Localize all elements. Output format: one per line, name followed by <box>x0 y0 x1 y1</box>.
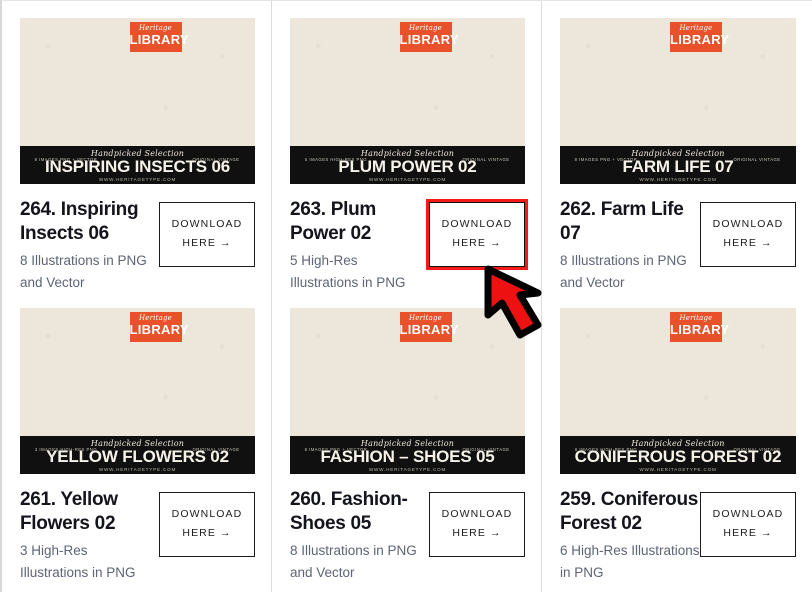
download-label-line1: DOWNLOAD <box>712 508 784 520</box>
banner-right-badge: ORIGINAL VINTAGE <box>733 447 781 452</box>
card-meta: 261. Yellow Flowers 02 3 High-Res Illust… <box>20 488 159 584</box>
product-title[interactable]: 259. Coniferous Forest 02 <box>560 488 700 536</box>
product-card-inspiring-insects-06[interactable]: Heritage LIBRARY 8 IMAGES PNG + VECTOR H… <box>2 1 272 291</box>
product-banner[interactable]: Heritage LIBRARY 5 IMAGES HIGH-RES PNG H… <box>290 18 525 184</box>
logo-library-text: LIBRARY <box>129 322 189 337</box>
banner-right-badge: ORIGINAL VINTAGE <box>192 447 240 452</box>
heritage-library-logo: Heritage LIBRARY <box>670 312 730 342</box>
card-meta: 263. Plum Power 02 5 High-Res Illustrati… <box>290 198 429 291</box>
card-body: 264. Inspiring Insects 06 8 Illustration… <box>20 184 255 291</box>
logo-library-text: LIBRARY <box>399 32 459 47</box>
product-description: 3 High-Res Illustrations in PNG <box>20 543 136 580</box>
banner-right-badge: ORIGINAL VINTAGE <box>462 157 510 162</box>
product-description: 5 High-Res Illustrations in PNG <box>290 253 406 290</box>
product-banner[interactable]: Heritage LIBRARY 6 IMAGES HIGH-RES PNG H… <box>560 308 796 474</box>
banner-url: WWW.HERITAGETYPE.COM <box>98 467 177 472</box>
product-grid-page: Heritage LIBRARY 8 IMAGES PNG + VECTOR H… <box>0 0 812 592</box>
download-label-line2: HERE → <box>182 237 232 249</box>
banner-right-badge: ORIGINAL VINTAGE <box>192 157 240 162</box>
product-card-coniferous-forest-02[interactable]: Heritage LIBRARY 6 IMAGES HIGH-RES PNG H… <box>542 291 812 592</box>
download-label-line1: DOWNLOAD <box>441 218 513 230</box>
product-description: 8 Illustrations in PNG and Vector <box>20 253 147 290</box>
product-card-farm-life-07[interactable]: Heritage LIBRARY 8 IMAGES PNG + VECTOR H… <box>542 1 812 291</box>
banner-title-strip: 6 IMAGES HIGH-RES PNG Handpicked Selecti… <box>560 436 796 474</box>
card-body: 262. Farm Life 07 8 Illustrations in PNG… <box>560 184 796 291</box>
download-label-line2: HERE → <box>452 527 502 539</box>
download-label-line1: DOWNLOAD <box>712 218 784 230</box>
download-here-button[interactable]: DOWNLOAD HERE → <box>429 492 525 557</box>
card-meta: 259. Coniferous Forest 02 6 High-Res Ill… <box>560 488 700 584</box>
product-grid: Heritage LIBRARY 8 IMAGES PNG + VECTOR H… <box>2 1 812 592</box>
download-label-line1: DOWNLOAD <box>171 218 243 230</box>
banner-url: WWW.HERITAGETYPE.COM <box>368 177 447 182</box>
card-body: 260. Fashion-Shoes 05 8 Illustrations in… <box>290 474 525 584</box>
card-body: 259. Coniferous Forest 02 6 High-Res Ill… <box>560 474 796 584</box>
download-here-button[interactable]: DOWNLOAD HERE → <box>700 492 796 557</box>
download-here-button[interactable]: DOWNLOAD HERE → <box>159 202 255 267</box>
product-description: 6 High-Res Illustrations in PNG <box>560 543 700 580</box>
card-body: 263. Plum Power 02 5 High-Res Illustrati… <box>290 184 528 291</box>
banner-url: WWW.HERITAGETYPE.COM <box>368 467 447 472</box>
heritage-library-logo: Heritage LIBRARY <box>399 312 459 342</box>
download-label-line2: HERE → <box>452 237 502 249</box>
product-card-yellow-flowers-02[interactable]: Heritage LIBRARY 3 IMAGES HIGH-RES PNG H… <box>2 291 272 592</box>
product-banner[interactable]: Heritage LIBRARY 3 IMAGES HIGH-RES PNG H… <box>20 308 255 474</box>
product-description: 8 Illustrations in PNG and Vector <box>560 253 687 290</box>
product-title[interactable]: 264. Inspiring Insects 06 <box>20 198 159 246</box>
logo-library-text: LIBRARY <box>670 322 730 337</box>
banner-right-badge: ORIGINAL VINTAGE <box>462 447 510 452</box>
product-banner[interactable]: Heritage LIBRARY 8 IMAGES PNG + VECTOR H… <box>20 18 255 184</box>
download-here-button[interactable]: DOWNLOAD HERE → <box>159 492 255 557</box>
heritage-library-logo: Heritage LIBRARY <box>670 22 730 52</box>
product-banner[interactable]: Heritage LIBRARY 8 IMAGES PNG + VECTOR H… <box>560 18 796 184</box>
logo-library-text: LIBRARY <box>129 32 189 47</box>
banner-title-strip: 8 IMAGES PNG + VECTOR Handpicked Selecti… <box>20 146 255 184</box>
banner-title-strip: 3 IMAGES HIGH-RES PNG Handpicked Selecti… <box>20 436 255 474</box>
download-label-line2: HERE → <box>182 527 232 539</box>
logo-library-text: LIBRARY <box>399 322 459 337</box>
banner-title-strip: 5 IMAGES HIGH-RES PNG Handpicked Selecti… <box>290 146 525 184</box>
product-title[interactable]: 260. Fashion-Shoes 05 <box>290 488 429 536</box>
banner-url: WWW.HERITAGETYPE.COM <box>639 177 717 182</box>
card-body: 261. Yellow Flowers 02 3 High-Res Illust… <box>20 474 255 584</box>
product-title[interactable]: 261. Yellow Flowers 02 <box>20 488 159 536</box>
banner-title-strip: 8 IMAGES PNG + VECTOR Handpicked Selecti… <box>290 436 525 474</box>
product-title[interactable]: 262. Farm Life 07 <box>560 198 700 246</box>
card-meta: 260. Fashion-Shoes 05 8 Illustrations in… <box>290 488 429 584</box>
product-title[interactable]: 263. Plum Power 02 <box>290 198 429 246</box>
logo-library-text: LIBRARY <box>670 32 730 47</box>
download-label-line1: DOWNLOAD <box>171 508 243 520</box>
product-card-plum-power-02[interactable]: Heritage LIBRARY 5 IMAGES HIGH-RES PNG H… <box>272 1 542 291</box>
banner-title-strip: 8 IMAGES PNG + VECTOR Handpicked Selecti… <box>560 146 796 184</box>
heritage-library-logo: Heritage LIBRARY <box>129 312 189 342</box>
download-here-button[interactable]: DOWNLOAD HERE → <box>700 202 796 267</box>
product-banner[interactable]: Heritage LIBRARY 8 IMAGES PNG + VECTOR H… <box>290 308 525 474</box>
banner-right-badge: ORIGINAL VINTAGE <box>733 157 781 162</box>
card-meta: 264. Inspiring Insects 06 8 Illustration… <box>20 198 159 291</box>
download-here-button-highlighted[interactable]: DOWNLOAD HERE → <box>426 199 528 270</box>
heritage-library-logo: Heritage LIBRARY <box>399 22 459 52</box>
product-description: 8 Illustrations in PNG and Vector <box>290 543 417 580</box>
banner-url: WWW.HERITAGETYPE.COM <box>98 177 177 182</box>
download-label-line2: HERE → <box>723 237 773 249</box>
product-card-fashion-shoes-05[interactable]: Heritage LIBRARY 8 IMAGES PNG + VECTOR H… <box>272 291 542 592</box>
banner-url: WWW.HERITAGETYPE.COM <box>639 467 717 472</box>
card-meta: 262. Farm Life 07 8 Illustrations in PNG… <box>560 198 700 291</box>
heritage-library-logo: Heritage LIBRARY <box>129 22 189 52</box>
download-label-line2: HERE → <box>723 527 773 539</box>
download-label-line1: DOWNLOAD <box>441 508 513 520</box>
